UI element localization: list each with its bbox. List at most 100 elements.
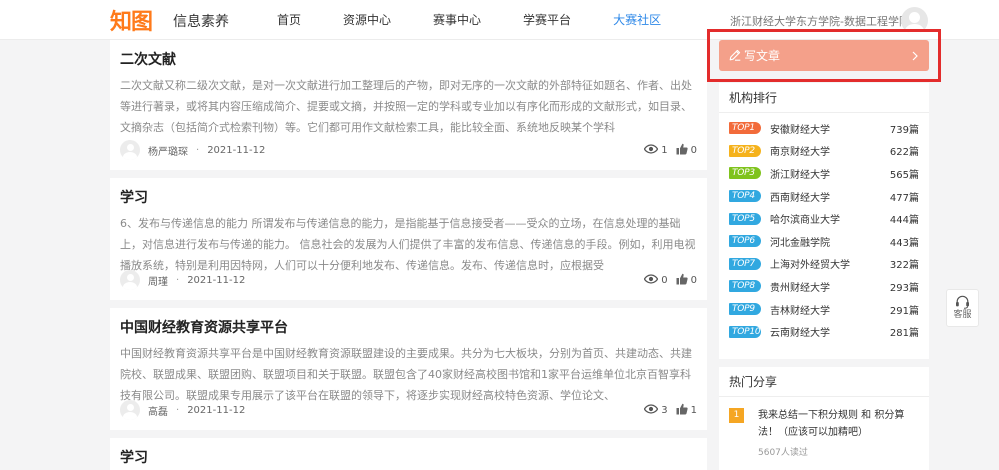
- article-list: 二次文献 二次文献又称二级次文献，是对一次文献进行加工整理后的产物，即对无序的一…: [110, 40, 707, 470]
- ranking-item[interactable]: TOP4 西南财经大学 477篇: [729, 185, 919, 208]
- nav-item-home[interactable]: 首页: [266, 0, 312, 40]
- rank-badge: TOP7: [729, 257, 761, 270]
- publish-date: 2021-11-12: [207, 144, 266, 156]
- institution-name[interactable]: 云南财经大学: [770, 324, 889, 339]
- ranking-item[interactable]: TOP5 哈尔滨商业大学 444篇: [729, 207, 919, 230]
- article-summary: 二次文献又称二级次文献，是对一次文献进行加工整理后的产物，即对无序的一次文献的外…: [120, 79, 692, 134]
- thumbs-up-icon[interactable]: [676, 273, 688, 288]
- article-card[interactable]: 中国财经教育资源共享平台 中国财经教育资源共享平台是中国财经教育资源联盟建设的主…: [110, 300, 707, 430]
- article-title[interactable]: 学习: [120, 447, 697, 469]
- ranking-item[interactable]: TOP9 吉林财经大学 291篇: [729, 298, 919, 321]
- eye-icon: [644, 403, 659, 417]
- nav-item-resources[interactable]: 资源中心: [332, 0, 402, 40]
- article-title[interactable]: 二次文献: [120, 49, 697, 71]
- hot-share-panel: 热门分享 1 我来总结一下积分规则 和 积分算法！（应该可以加精吧） 5607人…: [719, 367, 929, 470]
- article-count: 444篇: [889, 215, 919, 227]
- article-card[interactable]: 学习 6、发布与传递信息的能力 所谓发布与传递信息的能力，是指能基于信息接受者—…: [110, 170, 707, 300]
- institution-name[interactable]: 浙江财经大学: [770, 166, 889, 181]
- ranking-panel: 机构排行 TOP1 安徽财经大学 739篇 TOP2 南京财经大学 622篇 TOP3 浙江财…: [719, 83, 929, 359]
- author-name[interactable]: 周瑾: [148, 273, 168, 288]
- rank-badge: TOP8: [729, 280, 761, 293]
- rank-badge: TOP9: [729, 303, 761, 316]
- author-avatar[interactable]: [120, 140, 140, 160]
- rank-badge: TOP1: [729, 122, 761, 135]
- author-name[interactable]: 高磊: [148, 403, 168, 418]
- logo-text: 知图: [110, 10, 153, 35]
- ranking-item[interactable]: TOP2 南京财经大学 622篇: [729, 140, 919, 163]
- institution-name[interactable]: 哈尔滨商业大学: [770, 211, 889, 226]
- headset-icon: [947, 295, 978, 309]
- nav-item-study-platform[interactable]: 学赛平台: [512, 0, 582, 40]
- ranking-item[interactable]: TOP8 贵州财经大学 293篇: [729, 275, 919, 298]
- nav-item-events[interactable]: 赛事中心: [422, 0, 492, 40]
- thumbs-up-icon[interactable]: [676, 143, 688, 158]
- article-card[interactable]: 二次文献 二次文献又称二级次文献，是对一次文献进行加工整理后的产物，即对无序的一…: [110, 40, 707, 170]
- ranking-item[interactable]: TOP1 安徽财经大学 739篇: [729, 117, 919, 140]
- eye-icon: [644, 273, 659, 287]
- service-label: 客服: [953, 310, 972, 320]
- thumbs-up-icon[interactable]: [676, 403, 688, 418]
- ranking-list: TOP1 安徽财经大学 739篇 TOP2 南京财经大学 622篇 TOP3 浙江财经大学 56…: [719, 113, 929, 343]
- article-count: 739篇: [889, 124, 919, 136]
- article-count: 477篇: [889, 192, 919, 204]
- hot-share-title: 热门分享: [719, 367, 929, 397]
- institution-name[interactable]: 南京财经大学: [770, 143, 889, 158]
- like-count: 0: [690, 274, 697, 286]
- school-name[interactable]: 浙江财经大学东方学院-数据工程学院: [730, 13, 910, 29]
- share-rank-number: 1: [729, 408, 744, 423]
- view-count: 3: [661, 404, 668, 416]
- meta-separator: ·: [176, 404, 180, 416]
- like-count: 0: [690, 144, 697, 156]
- publish-date: 2021-11-12: [187, 274, 246, 286]
- article-count: 281篇: [889, 328, 919, 340]
- article-count: 622篇: [889, 147, 919, 159]
- chevron-right-icon: [911, 46, 919, 65]
- eye-icon: [644, 143, 659, 157]
- article-stats: 0 0: [636, 273, 697, 288]
- article-count: 293篇: [889, 282, 919, 294]
- nav-item-community[interactable]: 大赛社区: [602, 0, 672, 40]
- ranking-item[interactable]: TOP3 浙江财经大学 565篇: [729, 162, 919, 185]
- article-summary: 6、发布与传递信息的能力 所谓发布与传递信息的能力，是指能基于信息接受者——受众…: [120, 217, 696, 272]
- article-meta: 高磊 · 2021-11-12 3 1: [120, 400, 697, 420]
- article-count: 322篇: [889, 260, 919, 272]
- institution-name[interactable]: 上海对外经贸大学: [770, 256, 889, 271]
- rank-badge: TOP4: [729, 190, 761, 203]
- article-title[interactable]: 中国财经教育资源共享平台: [120, 317, 697, 339]
- main-nav: 首页 资源中心 赛事中心 学赛平台 大赛社区: [266, 0, 692, 40]
- publish-date: 2021-11-12: [187, 404, 246, 416]
- share-title[interactable]: 我来总结一下积分规则 和 积分算法！（应该可以加精吧）: [758, 407, 917, 441]
- author-avatar[interactable]: [120, 270, 140, 290]
- view-count: 1: [661, 144, 668, 156]
- ranking-item[interactable]: TOP10 云南财经大学 281篇: [729, 320, 919, 343]
- institution-name[interactable]: 安徽财经大学: [770, 121, 889, 136]
- top-header: 知图 信息素养 首页 资源中心 赛事中心 学赛平台 大赛社区 浙江财经大学东方学…: [0, 0, 999, 40]
- meta-separator: ·: [196, 144, 200, 156]
- rank-badge: TOP2: [729, 144, 761, 157]
- ranking-item[interactable]: TOP7 上海对外经贸大学 322篇: [729, 253, 919, 276]
- ranking-item[interactable]: TOP6 河北金融学院 443篇: [729, 230, 919, 253]
- article-card[interactable]: 学习: [110, 430, 707, 470]
- share-item[interactable]: 1 我来总结一下积分规则 和 积分算法！（应该可以加精吧） 5607人读过: [719, 397, 929, 458]
- write-article-button[interactable]: 写文章: [719, 40, 929, 71]
- user-avatar[interactable]: [901, 7, 928, 34]
- institution-name[interactable]: 河北金融学院: [770, 234, 889, 249]
- article-count: 565篇: [889, 169, 919, 181]
- article-meta: 周瑾 · 2021-11-12 0 0: [120, 270, 697, 290]
- rank-badge: TOP6: [729, 235, 761, 248]
- institution-name[interactable]: 西南财经大学: [770, 189, 889, 204]
- article-title[interactable]: 学习: [120, 187, 697, 209]
- pen-icon: [729, 46, 741, 65]
- view-count: 0: [661, 274, 668, 286]
- customer-service-button[interactable]: 客服: [946, 289, 979, 327]
- share-read-count: 5607人读过: [758, 448, 808, 458]
- institution-name[interactable]: 贵州财经大学: [770, 279, 889, 294]
- write-article-label: 写文章: [744, 49, 781, 63]
- author-avatar[interactable]: [120, 400, 140, 420]
- article-count: 291篇: [889, 305, 919, 317]
- institution-name[interactable]: 吉林财经大学: [770, 302, 889, 317]
- author-name[interactable]: 杨严璐琛: [148, 143, 188, 158]
- like-count: 1: [690, 404, 697, 416]
- site-logo[interactable]: 知图: [110, 6, 156, 35]
- brand-title: 信息素养: [173, 14, 229, 30]
